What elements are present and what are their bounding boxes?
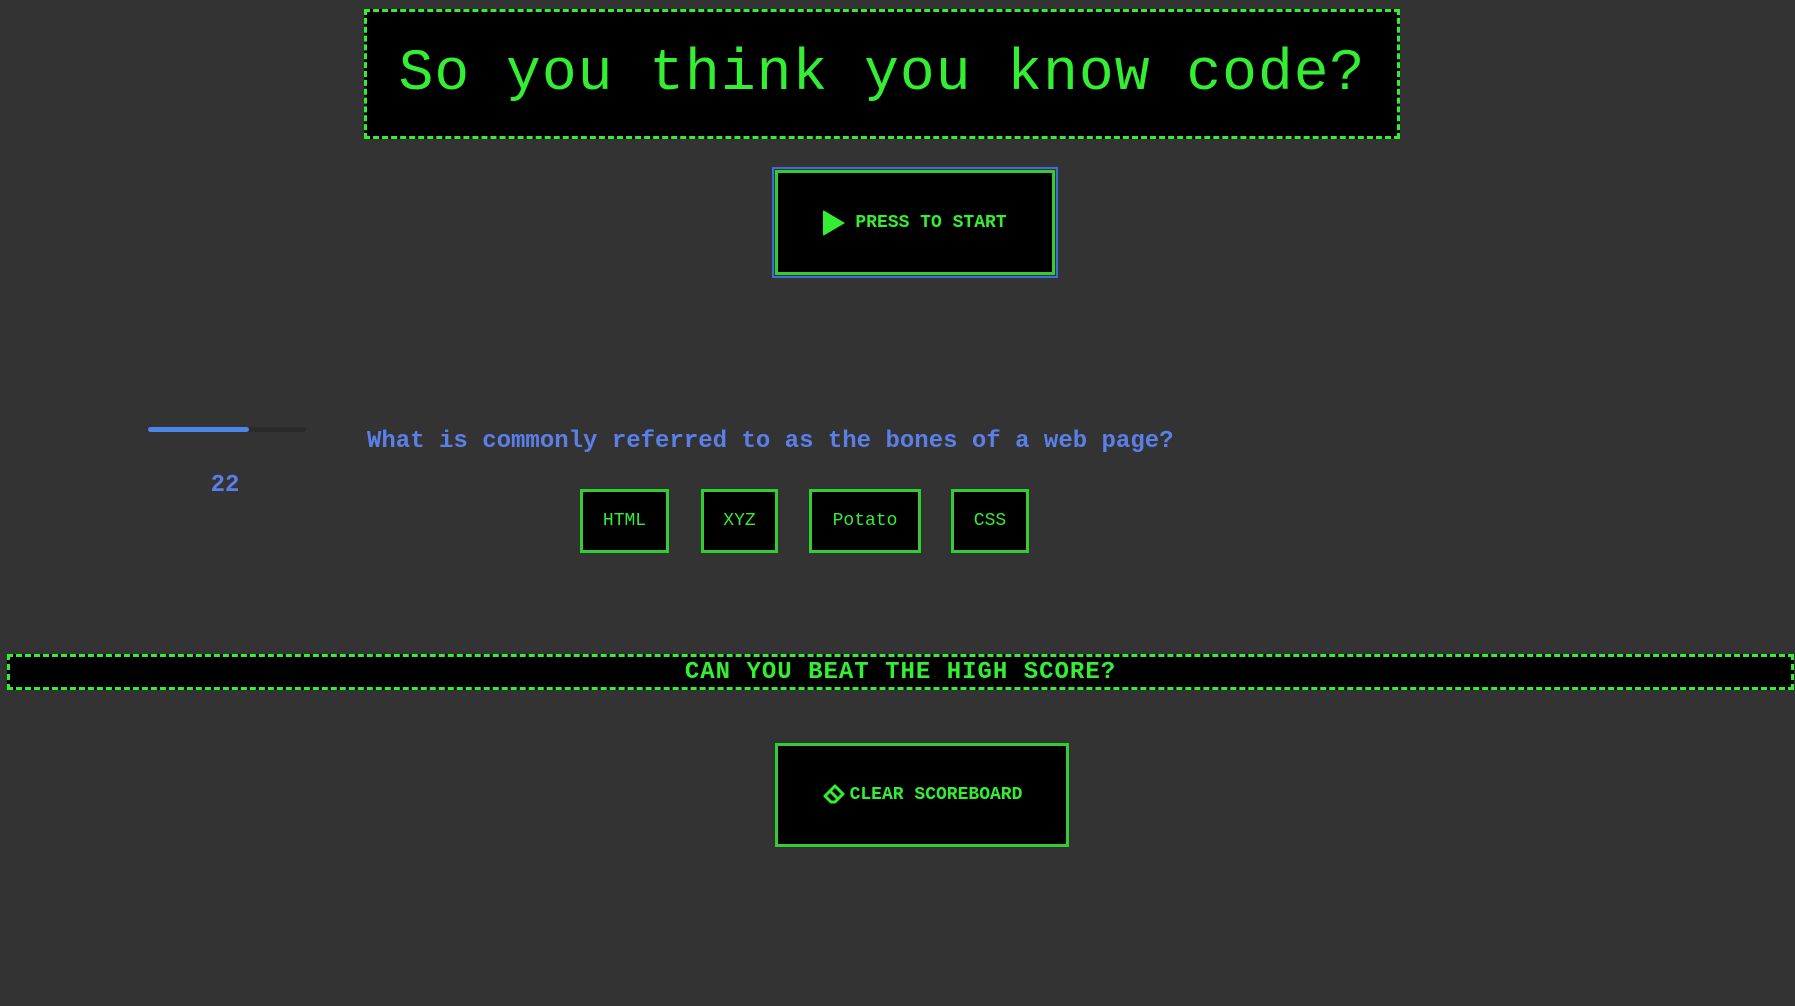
answer-button[interactable]: CSS	[951, 489, 1029, 553]
highscore-text: CAN YOU BEAT THE HIGH SCORE?	[684, 658, 1117, 686]
start-button-label: PRESS TO START	[855, 212, 1007, 233]
timer-count: 22	[210, 472, 240, 499]
clear-scoreboard-button[interactable]: CLEAR SCOREBOARD	[775, 743, 1069, 847]
play-icon	[823, 209, 846, 236]
start-button[interactable]: PRESS TO START	[772, 167, 1058, 278]
page-title: So you think you know code?	[398, 41, 1366, 107]
quiz-page: So you think you know code? PRESS TO STA…	[0, 0, 1795, 1006]
clear-button-label: CLEAR SCOREBOARD	[849, 785, 1023, 805]
highscore-banner: CAN YOU BEAT THE HIGH SCORE?	[7, 654, 1794, 690]
timer-progress-fill	[148, 427, 250, 432]
eraser-icon	[823, 784, 845, 804]
answer-button[interactable]: Potato	[809, 489, 921, 553]
title-banner: So you think you know code?	[364, 9, 1400, 139]
timer-progress-bar	[148, 427, 306, 432]
question-text: What is commonly referred to as the bone…	[367, 428, 1174, 455]
answer-button[interactable]: HTML	[580, 489, 669, 553]
answer-button[interactable]: XYZ	[701, 489, 778, 553]
